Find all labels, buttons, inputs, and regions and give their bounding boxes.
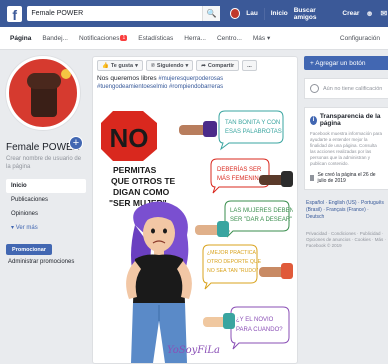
transparency-description: Facebook muestra información para ayudar…: [310, 131, 383, 166]
transparency-title: Transparencia de la página: [319, 113, 381, 127]
sleeve-2: [281, 171, 293, 187]
follow-icon: ℗: [150, 62, 155, 69]
post-hashtag[interactable]: #mujeresquerpoderosas: [158, 76, 223, 82]
rating-text: Aún no tiene calificación: [323, 85, 383, 92]
add-photo-icon[interactable]: +: [69, 136, 83, 150]
search-input[interactable]: Female POWER 🔍: [27, 6, 221, 21]
comic-signature: YoSoyFiLa: [167, 345, 220, 356]
profile-knuckles-shape: [27, 73, 61, 89]
comic-no-text: NO: [110, 123, 149, 153]
transparency-card: i Transparencia de la página Facebook mu…: [304, 107, 388, 190]
sidebar-item-reviews[interactable]: Opiniones: [6, 207, 86, 221]
manage-promotions-link[interactable]: Administrar promociones: [6, 259, 86, 265]
nav-create-link[interactable]: Crear: [342, 10, 359, 17]
post-hashtags[interactable]: #tuengodeamientoeselmio #rompiendobarrer…: [93, 83, 297, 91]
woman-top: [133, 254, 185, 303]
comic-svg: NO PERMITAS QUE OTROS TE DIGAN COMO "SER…: [101, 110, 294, 363]
post-actions: 👍 Te gusta ▾ ℗ Siguiendo ▾ ➦ Compartir ...: [93, 57, 297, 74]
tab-center[interactable]: Centro...: [217, 35, 242, 42]
page-tab-bar: Página Bandej... Notificaciones 1 Estadís…: [0, 27, 388, 50]
rating-icon: [310, 84, 319, 93]
sidebar-item-posts[interactable]: Publicaciones: [6, 193, 86, 207]
tab-inbox[interactable]: Bandej...: [42, 35, 68, 42]
sidebar-item-home[interactable]: Inicio: [6, 179, 86, 193]
woman-eye-right: [163, 228, 167, 234]
post-card: 👍 Te gusta ▾ ℗ Siguiendo ▾ ➦ Compartir ... …: [92, 56, 298, 364]
post-text: Nos queremos libres #mujeresquerpoderosa…: [93, 74, 297, 83]
user-name[interactable]: Lau: [246, 10, 258, 17]
rating-card: Aún no tiene calificación: [304, 78, 388, 99]
top-bar: f Female POWER 🔍 Lau Inicio Buscar amigo…: [0, 0, 388, 27]
tab-notifications-label: Notificaciones: [78, 34, 120, 42]
share-button[interactable]: ➦ Compartir: [196, 60, 240, 71]
user-avatar[interactable]: [230, 8, 241, 19]
info-icon: i: [310, 115, 317, 125]
post-illustration[interactable]: NO PERMITAS QUE OTROS TE DIGAN COMO "SER…: [99, 107, 294, 363]
comic-permitas-text: PERMITAS QUE OTROS TE DIGAN COMO "SER MU…: [109, 165, 178, 208]
bubble-4-text: ¿MEJOR PRACTICA OTRO DEPORTE QUE NO SEA …: [207, 250, 263, 274]
tab-more[interactable]: Más ▾: [253, 34, 270, 42]
left-sidebar: + Female POWER Crear nombre de usuario d…: [6, 56, 86, 265]
tab-more-label: Más: [252, 35, 266, 42]
tab-tools[interactable]: Herra...: [184, 35, 206, 42]
post-text-main: Nos queremos libres: [97, 75, 157, 82]
left-nav: Inicio Publicaciones Opiniones ▾ Ver más: [6, 179, 86, 234]
messages-icon[interactable]: ✉: [380, 9, 388, 18]
nav-divider: [263, 7, 265, 20]
nav-find-friends-link[interactable]: Buscar amigos: [294, 7, 337, 21]
sidebar-see-more-label: Ver más: [15, 225, 38, 231]
pointing-hand-1: [179, 125, 207, 135]
notification-badge: 1: [120, 34, 128, 41]
nav-home-link[interactable]: Inicio: [271, 10, 288, 17]
create-username-link[interactable]: Crear nombre de usuario de la página: [6, 155, 84, 171]
profile-picture[interactable]: [6, 56, 80, 130]
flag-icon: [310, 175, 315, 181]
right-sidebar: + Agregar un botón Aún no tiene califica…: [304, 56, 388, 249]
add-button-cta[interactable]: + Agregar un botón: [304, 56, 388, 70]
sleeve-4: [281, 263, 293, 279]
follow-label: Siguiendo: [156, 62, 184, 69]
like-label: Te gusta: [110, 62, 134, 69]
follow-button[interactable]: ℗ Siguiendo ▾: [145, 60, 194, 71]
created-date: Se creó la página el 26 de julio de 2019: [317, 172, 376, 184]
woman-eye-left: [151, 228, 155, 234]
sidebar-see-more[interactable]: ▾ Ver más: [6, 221, 86, 234]
like-icon: 👍: [102, 62, 109, 69]
language-list[interactable]: Español · English (US) · Português (Bras…: [306, 200, 384, 220]
sleeve-3: [217, 221, 229, 237]
search-value: Female POWER: [31, 10, 84, 17]
profile-sun-shape: [61, 69, 71, 79]
facebook-logo-icon[interactable]: f: [7, 5, 23, 22]
search-icon[interactable]: 🔍: [202, 6, 221, 21]
friend-requests-icon[interactable]: ☻: [365, 9, 373, 18]
sleeve-5: [223, 313, 235, 329]
footer-links[interactable]: Privacidad · Condiciones · Publicidad · …: [304, 231, 388, 249]
settings-link[interactable]: Configuración: [340, 35, 380, 42]
share-label: Compartir: [207, 62, 235, 69]
share-icon: ➦: [201, 62, 206, 69]
language-links[interactable]: Español · English (US) · Português (Bras…: [304, 200, 388, 221]
more-options-button[interactable]: ...: [242, 60, 257, 71]
promote-button[interactable]: Promocionar: [6, 244, 52, 255]
like-button[interactable]: 👍 Te gusta ▾: [97, 60, 143, 71]
sleeve-1: [203, 121, 217, 137]
tab-notifications[interactable]: Notificaciones 1: [78, 34, 128, 42]
tab-page[interactable]: Página: [10, 35, 31, 42]
tab-insights[interactable]: Estadísticas: [138, 35, 173, 42]
